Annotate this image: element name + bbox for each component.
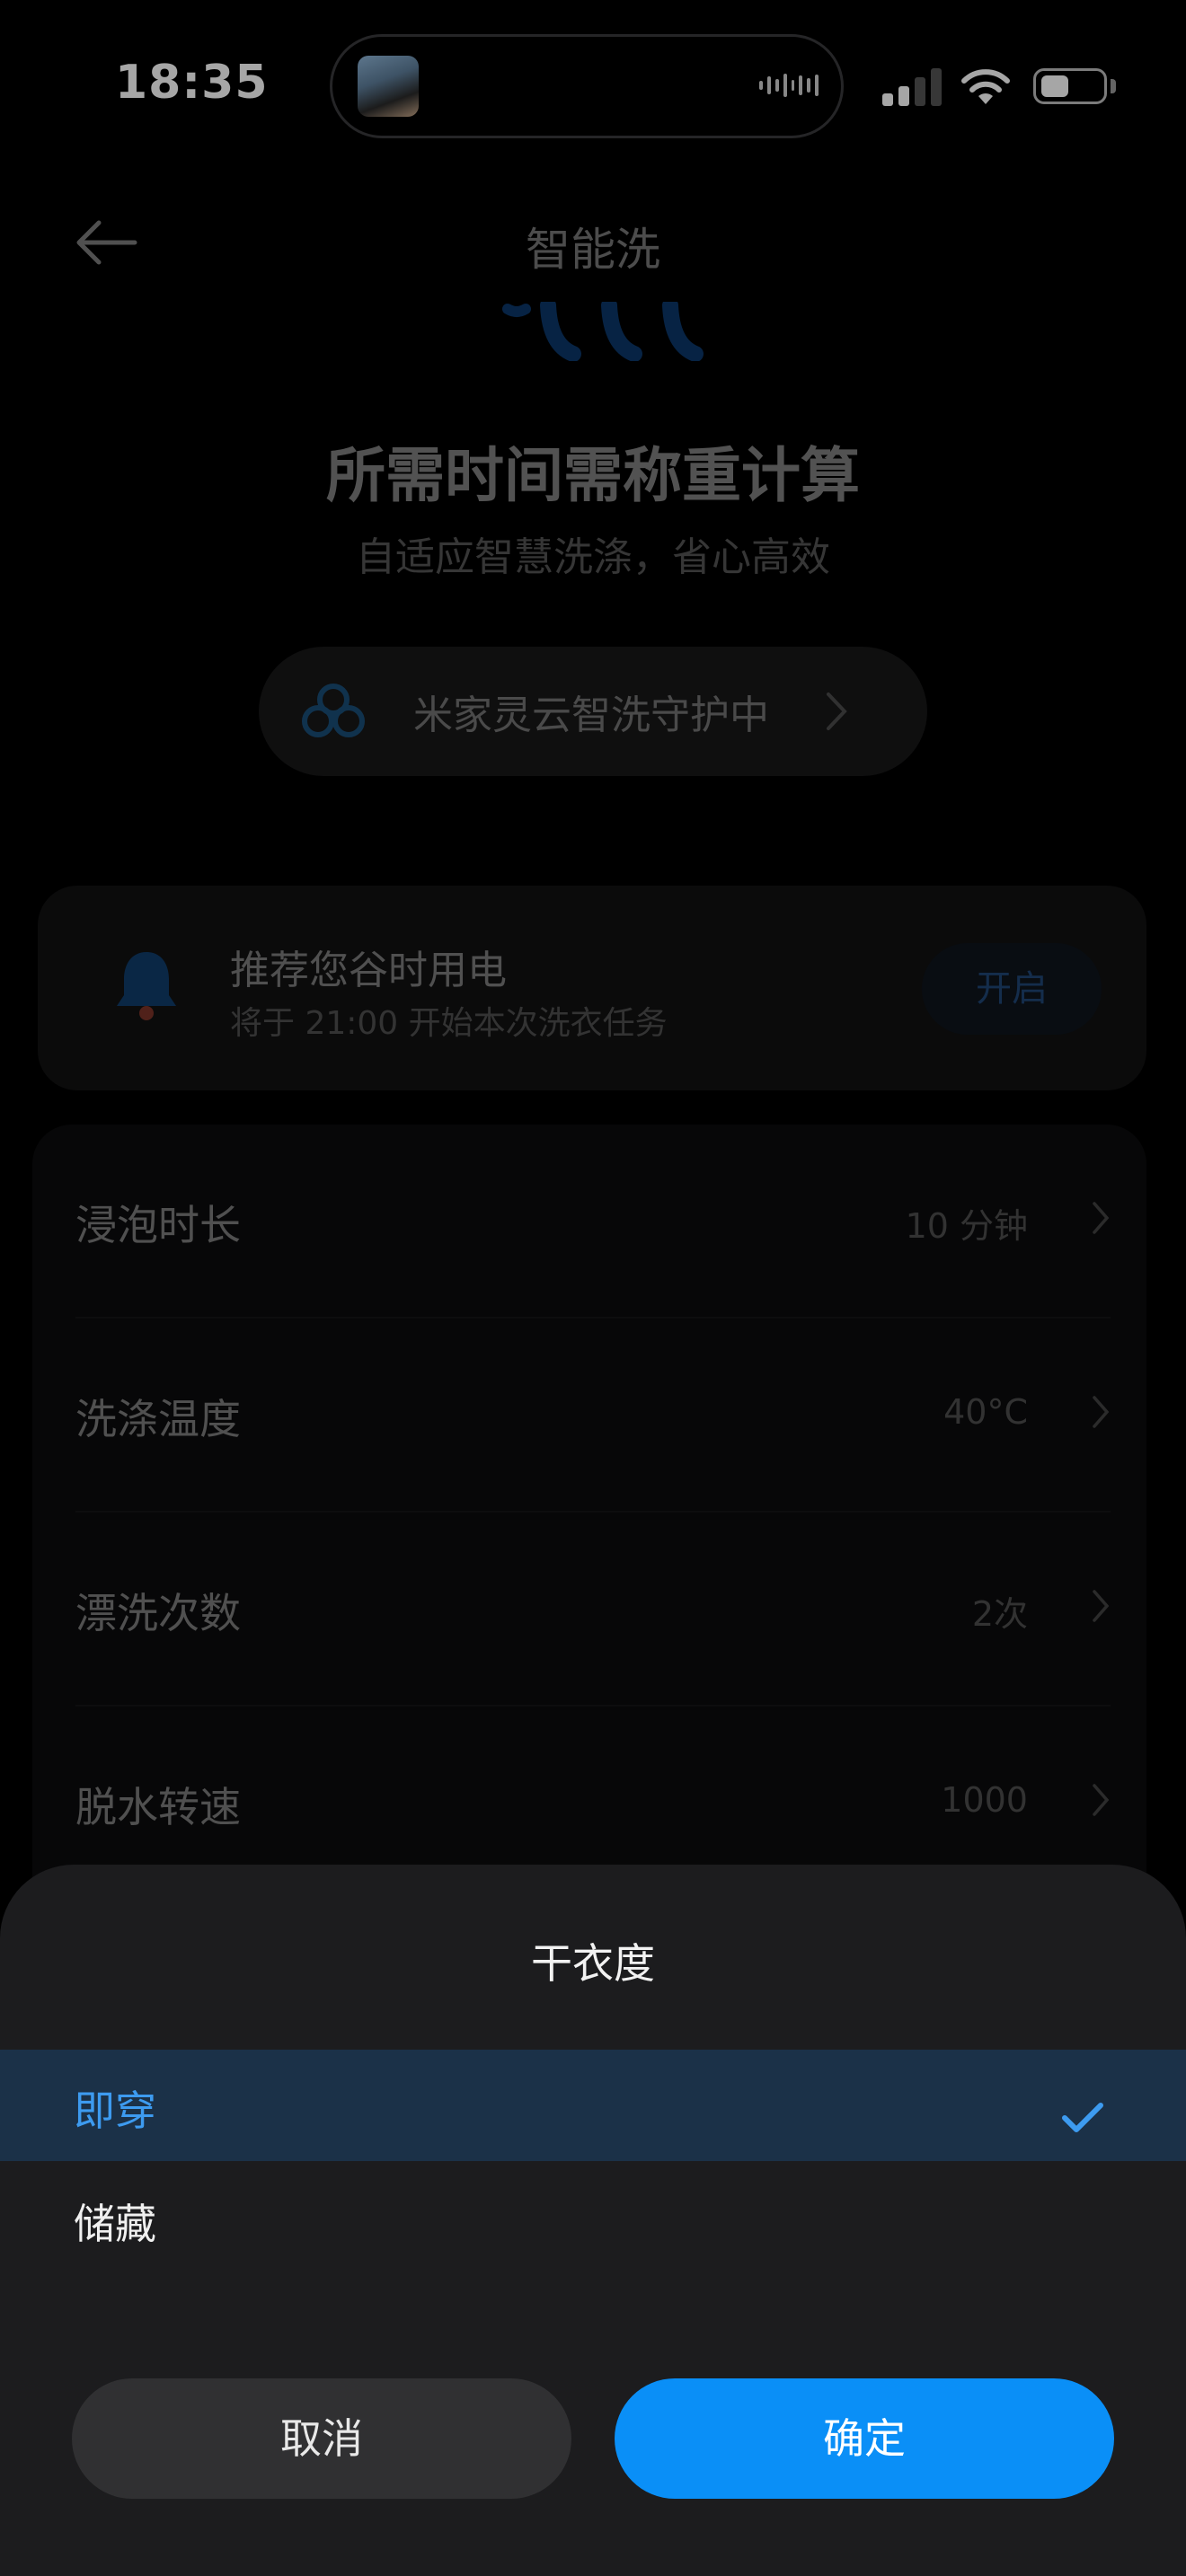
option-row-selected[interactable] <box>0 2050 1186 2161</box>
option-label-storage[interactable]: 储藏 <box>74 2192 156 2251</box>
sheet-title: 干衣度 <box>531 1939 655 1988</box>
checkmark-icon <box>1062 2103 1103 2132</box>
option-label-ready-to-wear[interactable]: 即穿 <box>74 2078 156 2138</box>
cancel-button[interactable]: 取消 <box>72 2378 571 2499</box>
confirm-button[interactable]: 确定 <box>615 2378 1114 2499</box>
